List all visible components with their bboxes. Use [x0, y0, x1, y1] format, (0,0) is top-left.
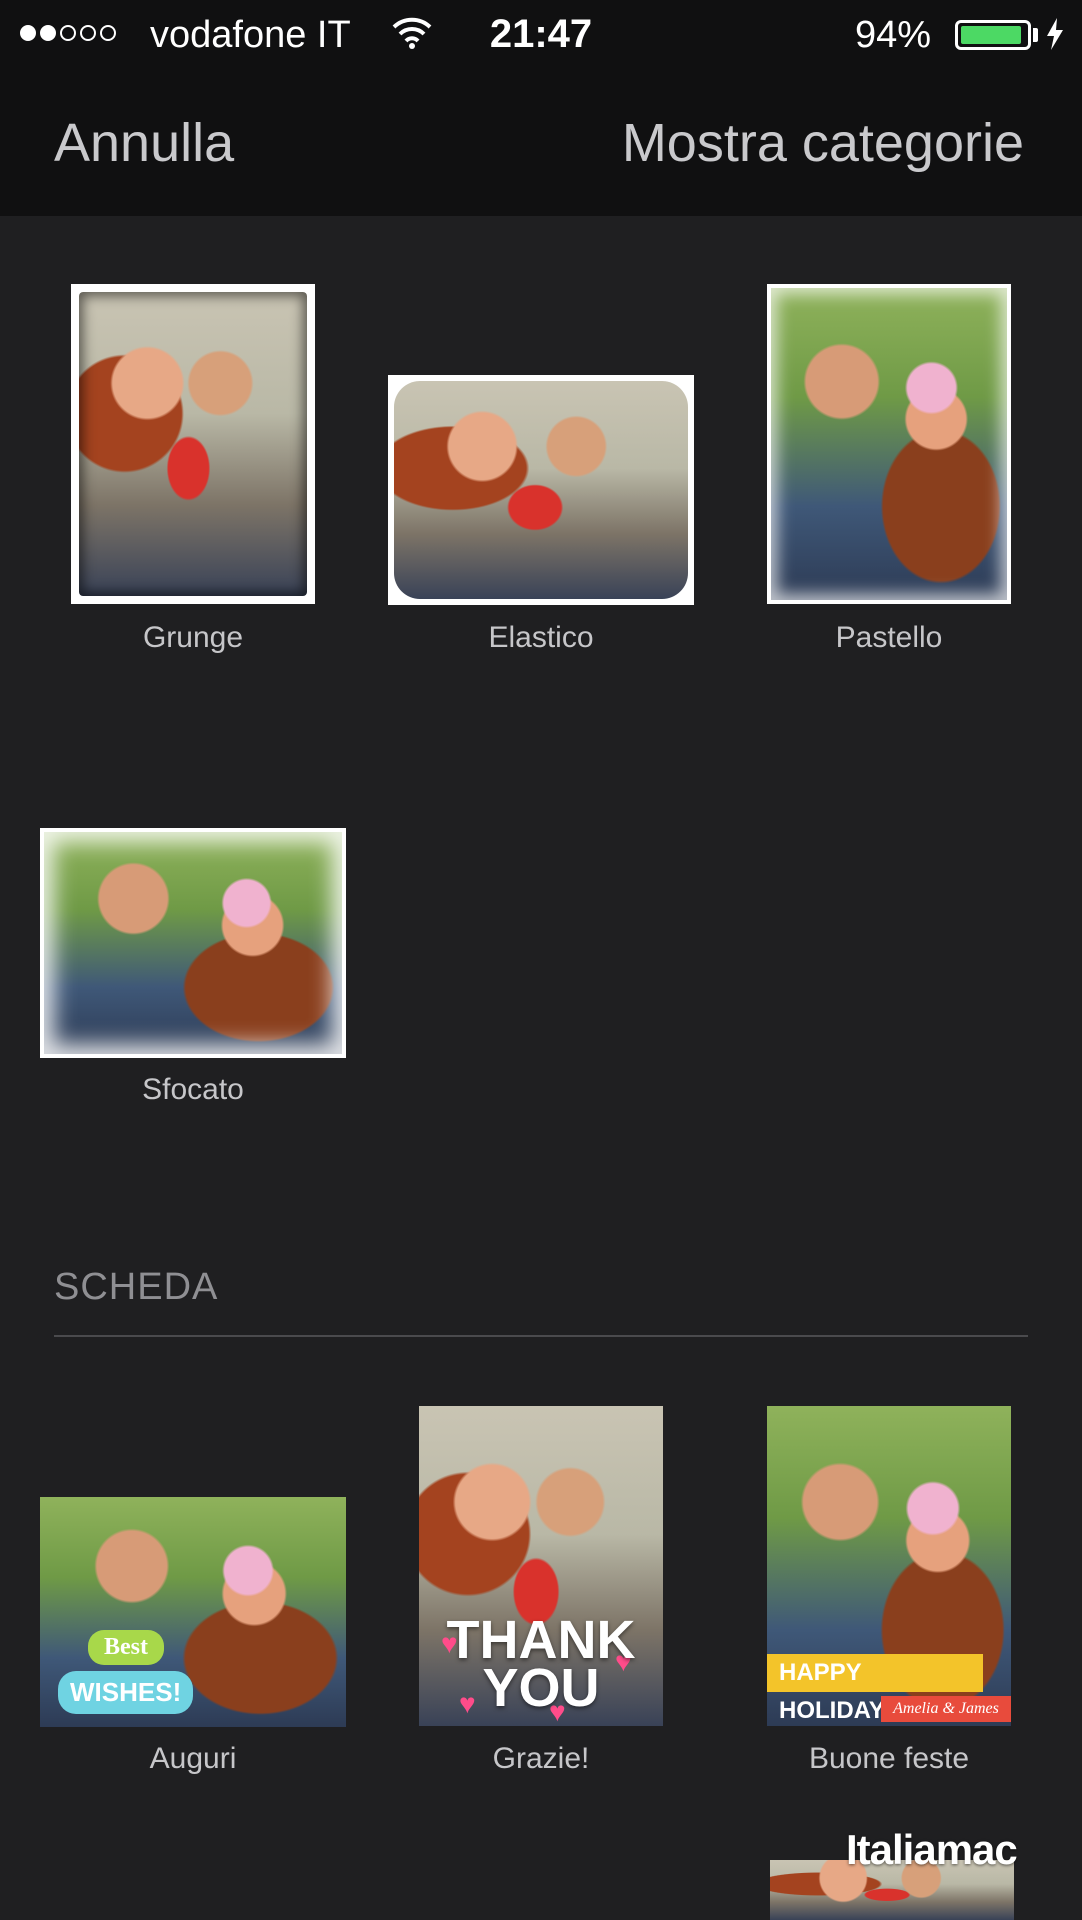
frame-thumbnail[interactable] [40, 828, 346, 1058]
section-title: SCHEDA [54, 1266, 219, 1308]
card-overlay-thank: THANK [446, 1610, 636, 1670]
frame-label: Elastico [488, 621, 594, 654]
frame-thumbnail[interactable] [388, 375, 694, 605]
card-label: Grazie! [492, 1742, 590, 1775]
card-overlay-happy-holidays: HAPPY HOLIDAYS [767, 1654, 983, 1724]
status-bar: vodafone IT 21:47 94% [0, 0, 1082, 68]
card-thumbnail[interactable]: HAPPY HOLIDAYS Amelia & James [767, 1406, 1011, 1726]
frame-thumbnail[interactable] [767, 284, 1011, 604]
watermark-logo: Italiamac [846, 1826, 1018, 1873]
card-overlay-wishes: WISHES! [58, 1671, 194, 1714]
frame-label: Sfocato [142, 1073, 244, 1106]
frame-label: Grunge [142, 621, 244, 654]
card-overlay-names: Amelia & James [881, 1696, 1011, 1722]
frame-label: Pastello [835, 621, 943, 654]
cancel-button[interactable]: Annulla [54, 112, 234, 174]
card-overlay-best: Best [88, 1630, 164, 1665]
card-thumbnail[interactable]: ♥ ♥ ♥ ♥ THANK YOU [419, 1406, 663, 1726]
card-overlay-you: YOU [482, 1658, 600, 1718]
battery-tip [1033, 28, 1038, 42]
battery-percent: 94% [855, 14, 932, 56]
frame-thumbnail[interactable] [71, 284, 315, 604]
card-label: Buone feste [808, 1742, 970, 1775]
section-divider [54, 1335, 1028, 1337]
navigation-bar: Annulla Mostra categorie [0, 68, 1082, 216]
battery-icon [955, 20, 1031, 50]
charging-bolt-icon [1047, 18, 1063, 50]
card-overlay-thanks: THANK YOU [419, 1610, 663, 1718]
card-thumbnail[interactable]: Best WISHES! [40, 1497, 346, 1727]
screen: vodafone IT 21:47 94% Annulla Mostra cat… [0, 0, 1082, 1920]
card-label: Auguri [149, 1742, 237, 1775]
show-categories-button[interactable]: Mostra categorie [622, 112, 1024, 174]
